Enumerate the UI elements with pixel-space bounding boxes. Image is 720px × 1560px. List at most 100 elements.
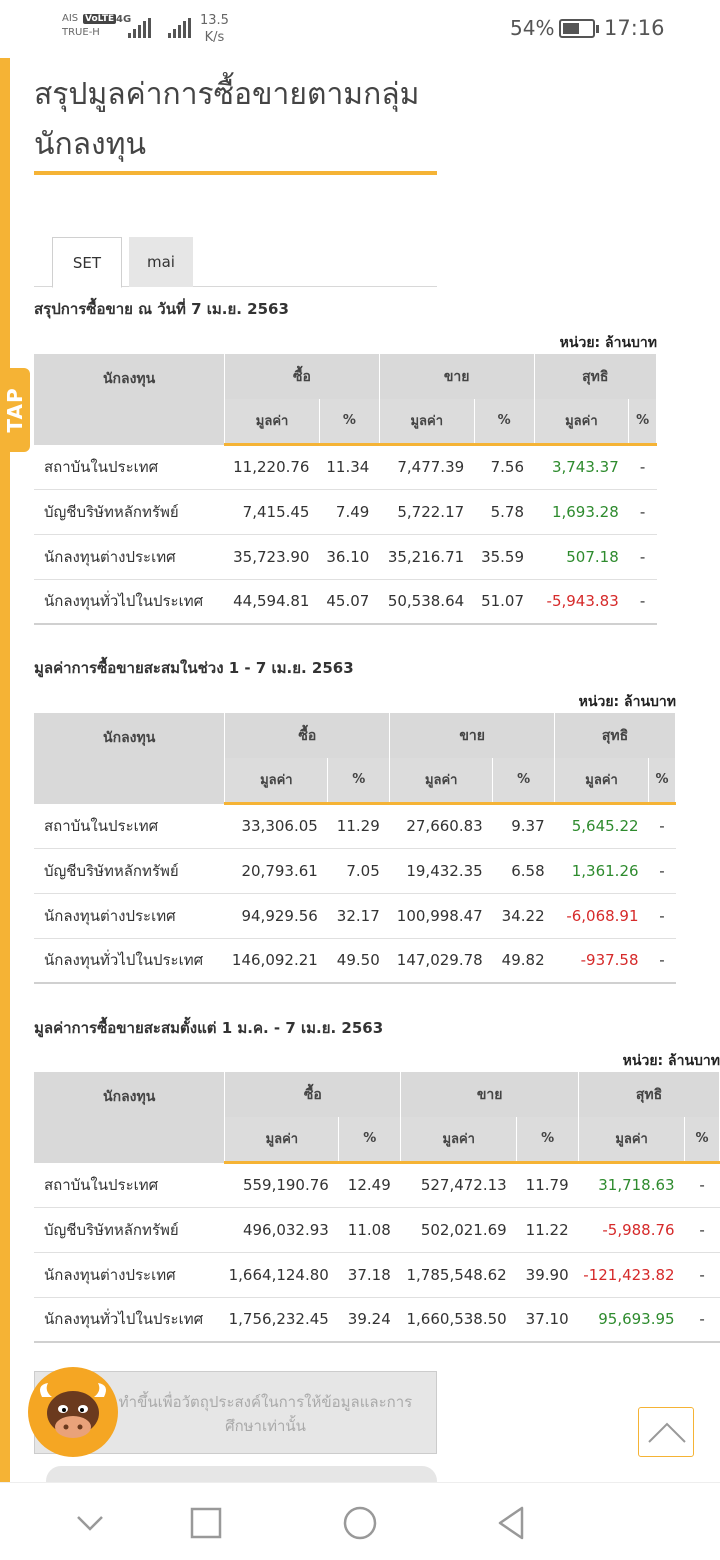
header-buy-value: มูลค่า: [224, 399, 320, 446]
nav-back-button[interactable]: [492, 1503, 532, 1543]
tab-set[interactable]: SET: [52, 237, 122, 288]
sell-value: 35,216.71: [379, 534, 475, 580]
sell-value: 5,722.17: [379, 489, 475, 535]
net-pct: -: [648, 803, 676, 849]
net-value: 5,645.22: [554, 803, 649, 849]
net-value: -5,943.83: [534, 579, 629, 625]
sell-pct: 37.10: [516, 1297, 579, 1343]
bull-mascot-icon[interactable]: [28, 1367, 118, 1457]
sell-pct: 34.22: [492, 893, 555, 939]
buy-value: 94,929.56: [224, 893, 328, 939]
sell-value: 27,660.83: [389, 803, 493, 849]
header-sell-pct: %: [516, 1117, 580, 1164]
investor-name: บัญชีบริษัทหลักทรัพย์: [34, 1207, 225, 1253]
square-recent-icon: [190, 1507, 222, 1539]
net-value: 1,361.26: [554, 848, 649, 894]
buy-pct: 12.49: [338, 1162, 401, 1208]
investor-name: นักลงทุนต่างประเทศ: [34, 1252, 225, 1298]
table-row: นักลงทุนต่างประเทศ 1,664,124.80 37.18 1,785…: [34, 1252, 720, 1298]
buy-value: 559,190.76: [224, 1162, 339, 1208]
battery-icon: [559, 19, 599, 38]
nav-home-button[interactable]: [340, 1503, 380, 1543]
buy-pct: 36.10: [319, 534, 380, 580]
table-header-row: นักลงทุน ซื้อ ขาย สุทธิ: [34, 713, 676, 804]
net-pct: -: [684, 1207, 720, 1253]
market-tabs: SET mai: [34, 237, 437, 288]
header-net-pct: %: [648, 758, 676, 805]
net-value: 3,743.37: [534, 444, 629, 490]
header-buy-pct: %: [327, 758, 391, 805]
buy-pct: 11.08: [338, 1207, 401, 1253]
signal-icon-2: [168, 18, 191, 38]
table-header-row: นักลงทุน ซื้อ ขาย สุทธิ: [34, 354, 658, 445]
header-buy-pct: %: [338, 1117, 402, 1164]
sell-pct: 51.07: [474, 579, 535, 625]
buy-pct: 7.49: [319, 489, 380, 535]
tap-side-tab[interactable]: TAP: [0, 368, 30, 452]
triangle-back-icon: [498, 1506, 524, 1540]
sell-pct: 7.56: [474, 444, 535, 490]
header-net: สุทธิ: [554, 713, 676, 758]
table-row: นักลงทุนทั่วไปในประเทศ 44,594.81 45.07 50,5…: [34, 579, 657, 625]
header-net: สุทธิ: [534, 354, 658, 399]
header-sell-value: มูลค่า: [400, 1117, 518, 1164]
sell-pct: 5.78: [474, 489, 535, 535]
buy-value: 44,594.81: [224, 579, 320, 625]
investor-name: สถาบันในประเทศ: [34, 1162, 225, 1208]
net-pct: -: [648, 848, 676, 894]
investor-name: นักลงทุนต่างประเทศ: [34, 534, 225, 580]
buy-value: 20,793.61: [224, 848, 328, 894]
header-net-value: มูลค่า: [534, 399, 630, 446]
net-value: 507.18: [534, 534, 629, 580]
header-buy: ซื้อ: [224, 1072, 402, 1117]
buy-pct: 49.50: [327, 938, 390, 984]
nav-recent-button[interactable]: [186, 1503, 226, 1543]
chevron-up-icon: [648, 1422, 686, 1443]
sell-value: 19,432.35: [389, 848, 493, 894]
header-sell: ขาย: [389, 713, 556, 758]
buy-pct: 32.17: [327, 893, 390, 939]
tab-mai[interactable]: mai: [129, 237, 193, 287]
header-sell-pct: %: [492, 758, 556, 805]
header-sell: ขาย: [379, 354, 535, 399]
buy-pct: 11.29: [327, 803, 390, 849]
tap-side-tab-label: TAP: [3, 387, 27, 433]
buy-pct: 11.34: [319, 444, 380, 490]
page-title: สรุปมูลค่าการซื้อขายตามกลุ่มนักลงทุน: [34, 77, 420, 162]
table-header-row: นักลงทุน ซื้อ ขาย สุทธิ: [34, 1072, 720, 1163]
header-net: สุทธิ: [578, 1072, 720, 1117]
header-net-value: มูลค่า: [554, 758, 650, 805]
buy-value: 7,415.45: [224, 489, 320, 535]
sell-pct: 11.79: [516, 1162, 579, 1208]
buy-pct: 7.05: [327, 848, 390, 894]
buy-value: 496,032.93: [224, 1207, 339, 1253]
unit-label: หน่วย: ล้านบาท: [578, 694, 676, 710]
buy-value: 11,220.76: [224, 444, 320, 490]
unit-label: หน่วย: ล้านบาท: [559, 335, 657, 351]
buy-value: 33,306.05: [224, 803, 328, 849]
table-row: นักลงทุนต่างประเทศ 35,723.90 36.10 35,216.7…: [34, 534, 657, 580]
header-buy-value: มูลค่า: [224, 758, 329, 805]
section-title: สรุปการซื้อขาย ณ วันที่ 7 เม.ย. 2563: [34, 300, 289, 318]
header-buy-pct: %: [319, 399, 380, 446]
net-value: -6,068.91: [554, 893, 649, 939]
table-row: บัญชีบริษัทหลักทรัพย์ 20,793.61 7.05 19,432…: [34, 848, 676, 894]
header-net-pct: %: [684, 1117, 720, 1164]
investor-name: บัญชีบริษัทหลักทรัพย์: [34, 489, 225, 535]
network-speed: 13.5 K/s: [200, 12, 229, 46]
table-row: สถาบันในประเทศ 33,306.05 11.29 27,660.83 9.3…: [34, 803, 676, 849]
left-accent-bar: [0, 58, 10, 1482]
speed-value: 13.5: [200, 13, 229, 28]
buy-pct: 37.18: [338, 1252, 401, 1298]
scroll-top-button[interactable]: [638, 1407, 694, 1457]
header-sell-value: มูลค่า: [379, 399, 475, 446]
summary-table: นักลงทุน ซื้อ ขาย สุทธิ มูลค่า% มูลค่า% มูลค่า…: [34, 713, 676, 984]
table-row: นักลงทุนทั่วไปในประเทศ 1,756,232.45 39.24 1…: [34, 1297, 720, 1343]
buy-pct: 39.24: [338, 1297, 401, 1343]
sell-pct: 6.58: [492, 848, 555, 894]
net-pct: -: [628, 489, 657, 535]
speed-unit: K/s: [204, 30, 225, 45]
nav-hide-button[interactable]: [70, 1503, 110, 1543]
buy-value: 146,092.21: [224, 938, 328, 984]
summary-table: นักลงทุน ซื้อ ขาย สุทธิ มูลค่า% มูลค่า% มูลค่า…: [34, 1072, 720, 1343]
